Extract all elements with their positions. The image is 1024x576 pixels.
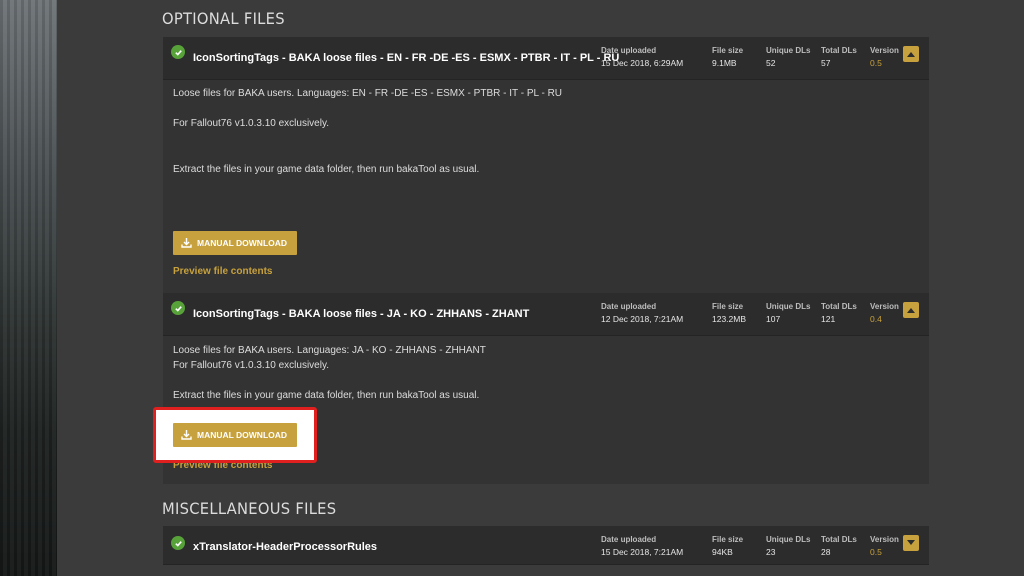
meta-size: File size 94KB [712, 535, 744, 557]
expand-toggle-button[interactable] [903, 535, 919, 551]
meta-version: Version 0.5 [870, 46, 899, 68]
preview-file-contents-link[interactable]: Preview file contents [173, 266, 272, 277]
section-title-miscellaneous: MISCELLANEOUS FILES [162, 499, 337, 518]
meta-size: File size 9.1MB [712, 46, 744, 68]
file-name: IconSortingTags - BAKA loose files - JA … [193, 308, 530, 320]
file-name: xTranslator-HeaderProcessorRules [193, 541, 378, 553]
meta-date: Date uploaded 15 Dec 2018, 6:29AM [601, 46, 684, 68]
page: OPTIONAL FILES IconSortingTags - BAKA lo… [0, 0, 1024, 576]
check-icon [171, 301, 185, 315]
description-line: For Fallout76 v1.0.3.10 exclusively. [173, 118, 330, 129]
meta-date: Date uploaded 15 Dec 2018, 7:21AM [601, 535, 684, 557]
file-entry-1: IconSortingTags - BAKA loose files - EN … [163, 37, 929, 293]
background-forest-image [0, 0, 57, 576]
check-icon [171, 536, 185, 550]
description-line: Loose files for BAKA users. Languages: J… [173, 345, 486, 356]
file-header[interactable]: IconSortingTags - BAKA loose files - JA … [163, 293, 929, 336]
manual-download-button[interactable]: MANUAL DOWNLOAD [173, 231, 298, 255]
meta-total: Total DLs 57 [821, 46, 857, 68]
file-entry-3: xTranslator-HeaderProcessorRules Date up… [163, 526, 929, 565]
download-icon [181, 430, 192, 440]
section-title-optional: OPTIONAL FILES [162, 9, 285, 28]
check-icon [171, 45, 185, 59]
collapse-toggle-button[interactable] [903, 302, 919, 318]
meta-total: Total DLs 121 [821, 302, 857, 324]
collapse-toggle-button[interactable] [903, 46, 919, 62]
meta-date: Date uploaded 12 Dec 2018, 7:21AM [601, 302, 684, 324]
file-name: IconSortingTags - BAKA loose files - EN … [193, 52, 620, 64]
meta-total: Total DLs 28 [821, 535, 857, 557]
description-line: For Fallout76 v1.0.3.10 exclusively. [173, 360, 330, 371]
description-line: Extract the files in your game data fold… [173, 164, 480, 175]
meta-unique: Unique DLs 23 [766, 535, 811, 557]
meta-unique: Unique DLs 52 [766, 46, 811, 68]
description-line: Loose files for BAKA users. Languages: E… [173, 88, 563, 99]
file-header[interactable]: xTranslator-HeaderProcessorRules Date up… [163, 526, 929, 565]
file-header[interactable]: IconSortingTags - BAKA loose files - EN … [163, 37, 929, 80]
manual-download-button[interactable]: MANUAL DOWNLOAD [173, 423, 298, 447]
chevron-up-icon [907, 52, 915, 57]
description-line: Extract the files in your game data fold… [173, 390, 480, 401]
chevron-up-icon [907, 308, 915, 313]
download-icon [181, 238, 192, 248]
meta-size: File size 123.2MB [712, 302, 747, 324]
meta-version: Version 0.5 [870, 535, 899, 557]
meta-unique: Unique DLs 107 [766, 302, 811, 324]
meta-version: Version 0.4 [870, 302, 899, 324]
chevron-down-icon [907, 540, 915, 545]
file-body: Loose files for BAKA users. Languages: E… [163, 80, 929, 293]
